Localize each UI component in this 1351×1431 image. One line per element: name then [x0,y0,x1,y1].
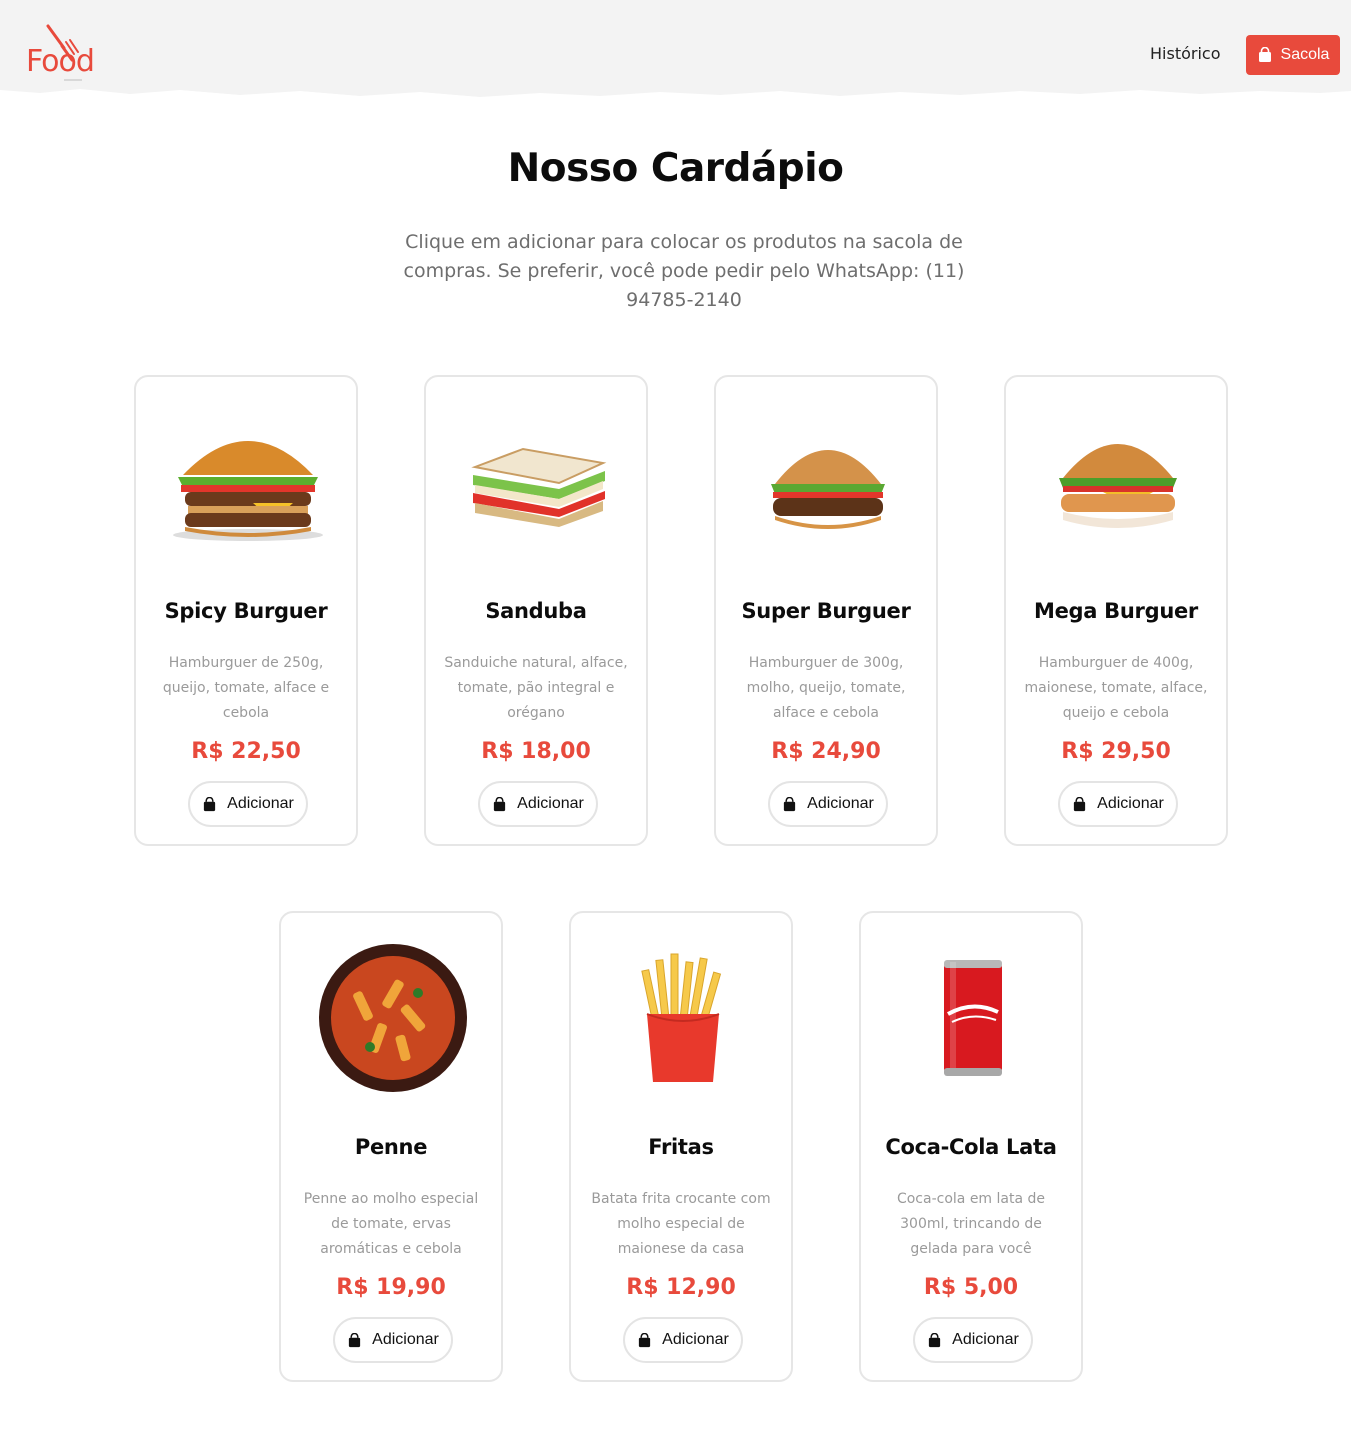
burger-image [716,407,940,557]
product-description: Hamburguer de 300g, molho, queijo, tomat… [746,655,906,721]
torn-paper-edge [0,89,1351,106]
add-label: Adicionar [227,795,294,812]
product-description: Hamburguer de 400g, maionese, tomate, al… [1024,655,1208,721]
logo[interactable]: Food [26,24,110,84]
shopping-bag-icon [639,1332,651,1347]
coke-can-image [861,943,1085,1093]
shopping-bag-icon [494,796,506,811]
add-label: Adicionar [662,1331,729,1348]
product-card: Penne Penne ao molho especial de tomate,… [279,911,503,1382]
shopping-bag-icon [1074,796,1086,811]
shopping-bag-icon [204,796,216,811]
shopping-bag-icon [1258,47,1271,62]
site-header: Food Histórico Sacola [0,0,1351,106]
product-price: R$ 29,50 [1061,739,1171,764]
fries-image [571,943,795,1093]
add-label: Adicionar [1097,795,1164,812]
add-button[interactable]: Adicionar [768,781,888,827]
product-card: Spicy Burguer Hamburguer de 250g, queijo… [134,375,358,846]
add-button[interactable]: Adicionar [1058,781,1178,827]
product-card: Fritas Batata frita crocante com molho e… [569,911,793,1382]
history-link[interactable]: Histórico [1150,44,1220,63]
add-label: Adicionar [372,1331,439,1348]
add-button[interactable]: Adicionar [188,781,308,827]
product-description: Penne ao molho especial de tomate, ervas… [303,1191,479,1257]
add-button[interactable]: Adicionar [478,781,598,827]
product-card: Sanduba Sanduiche natural, alface, tomat… [424,375,648,846]
add-label: Adicionar [517,795,584,812]
page-title: Nosso Cardápio [507,146,844,191]
product-description: Hamburguer de 250g, queijo, tomate, alfa… [162,655,330,721]
product-price: R$ 22,50 [191,739,301,764]
product-name: Fritas [648,1135,714,1159]
add-label: Adicionar [952,1331,1019,1348]
product-description: Coca-cola em lata de 300ml, trincando de… [896,1191,1046,1257]
bag-button[interactable]: Sacola [1246,35,1340,75]
shopping-bag-icon [929,1332,941,1347]
product-description: Sanduiche natural, alface, tomate, pão i… [444,655,628,721]
shopping-bag-icon [349,1332,361,1347]
product-name: Coca-Cola Lata [885,1135,1057,1159]
product-name: Penne [354,1135,428,1159]
product-card: Coca-Cola Lata Coca-cola em lata de 300m… [859,911,1083,1382]
product-price: R$ 19,90 [336,1275,446,1300]
product-name: Super Burguer [741,599,911,623]
product-card: Super Burguer Hamburguer de 300g, molho,… [714,375,938,846]
product-price: R$ 5,00 [923,1275,1019,1300]
penne-image [281,943,505,1093]
sandwich-image [426,407,650,557]
product-name: Spicy Burguer [164,599,328,623]
add-label: Adicionar [807,795,874,812]
product-price: R$ 24,90 [771,739,881,764]
add-button[interactable]: Adicionar [333,1317,453,1363]
page-subtitle: Clique em adicionar para colocar os prod… [403,231,965,311]
product-name: Sanduba [485,599,587,623]
add-button[interactable]: Adicionar [623,1317,743,1363]
product-card: Mega Burguer Hamburguer de 400g, maiones… [1004,375,1228,846]
logo-text: Food [26,44,95,79]
product-price: R$ 18,00 [481,739,591,764]
product-description: Batata frita crocante com molho especial… [591,1191,771,1257]
shopping-bag-icon [784,796,796,811]
double-burger-image [136,407,360,557]
bag-label: Sacola [1280,46,1330,63]
product-name: Mega Burguer [1034,599,1198,623]
chicken-burger-image [1006,407,1230,557]
add-button[interactable]: Adicionar [913,1317,1033,1363]
product-price: R$ 12,90 [626,1275,736,1300]
